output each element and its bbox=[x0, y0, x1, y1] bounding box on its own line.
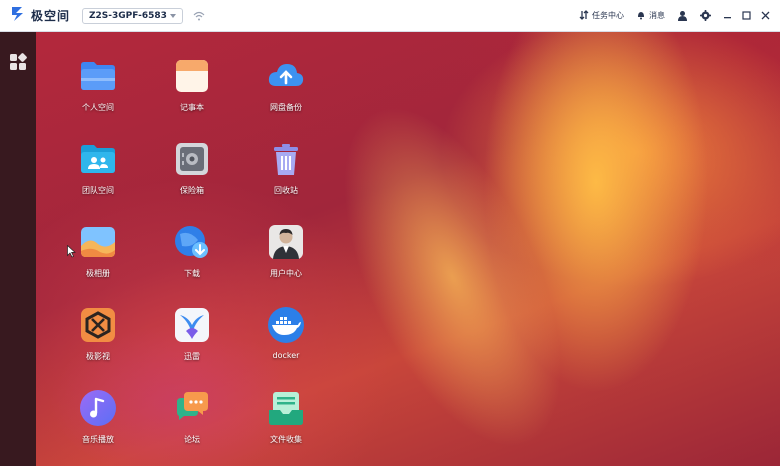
window-controls bbox=[723, 11, 770, 20]
photo-album-icon bbox=[78, 222, 118, 262]
app-forum[interactable]: 论坛 bbox=[152, 378, 232, 450]
folder-icon bbox=[78, 56, 118, 96]
title-bar: 极空间 Z2S-3GPF-6583 任务中心 消息 bbox=[0, 0, 780, 32]
app-download[interactable]: 下载 bbox=[152, 212, 232, 284]
messages-label: 消息 bbox=[649, 11, 665, 20]
app-label: 论坛 bbox=[184, 435, 200, 444]
app-label: 文件收集 bbox=[270, 435, 302, 444]
app-label: 迅雷 bbox=[184, 352, 200, 361]
app-recycle-bin[interactable]: 回收站 bbox=[246, 129, 326, 201]
device-selector[interactable]: Z2S-3GPF-6583 bbox=[82, 7, 183, 24]
team-folder-icon bbox=[78, 139, 118, 179]
app-label: 回收站 bbox=[274, 186, 298, 195]
app-cloud-backup[interactable]: 网盘备份 bbox=[246, 46, 326, 118]
sidebar bbox=[0, 32, 36, 466]
forum-icon bbox=[172, 388, 212, 428]
messages-button[interactable]: 消息 bbox=[636, 10, 665, 22]
user-center-icon bbox=[266, 222, 306, 262]
device-name: Z2S-3GPF-6583 bbox=[89, 10, 167, 21]
app-docker[interactable]: docker bbox=[246, 295, 326, 367]
mouse-cursor-icon bbox=[67, 243, 76, 262]
logo-icon bbox=[10, 5, 26, 27]
app-music-player[interactable]: 音乐播放 bbox=[58, 378, 138, 450]
maximize-icon[interactable] bbox=[742, 11, 751, 20]
app-thunder[interactable]: 迅雷 bbox=[152, 295, 232, 367]
thunder-icon bbox=[172, 305, 212, 345]
task-center-icon bbox=[579, 9, 589, 22]
safe-icon bbox=[172, 139, 212, 179]
task-center-button[interactable]: 任务中心 bbox=[579, 9, 624, 22]
chevron-down-icon bbox=[169, 11, 176, 21]
download-icon bbox=[172, 222, 212, 262]
brand-name: 极空间 bbox=[31, 9, 71, 23]
desktop: 个人空间 记事本 网盘备份 团队空间 保险箱 回收站 极相册 下载 用户中心 极… bbox=[36, 32, 780, 466]
app-video[interactable]: 极影视 bbox=[58, 295, 138, 367]
app-user-center[interactable]: 用户中心 bbox=[246, 212, 326, 284]
app-label: 记事本 bbox=[180, 103, 204, 112]
app-notepad[interactable]: 记事本 bbox=[152, 46, 232, 118]
wifi-icon[interactable] bbox=[193, 11, 205, 21]
gear-icon bbox=[700, 6, 711, 25]
app-grid-icon[interactable] bbox=[8, 52, 28, 72]
app-label: 个人空间 bbox=[82, 103, 114, 112]
app-label: 用户中心 bbox=[270, 269, 302, 278]
music-icon bbox=[78, 388, 118, 428]
settings-button[interactable] bbox=[700, 6, 711, 25]
bell-icon bbox=[636, 10, 646, 22]
notepad-icon bbox=[172, 56, 212, 96]
minimize-icon[interactable] bbox=[723, 11, 732, 20]
cloud-upload-icon bbox=[266, 56, 306, 96]
docker-icon bbox=[266, 305, 306, 345]
app-team-space[interactable]: 团队空间 bbox=[58, 129, 138, 201]
app-file-collect[interactable]: 文件收集 bbox=[246, 378, 326, 450]
user-button[interactable] bbox=[677, 6, 688, 25]
app-label: 保险箱 bbox=[180, 186, 204, 195]
video-icon bbox=[78, 305, 118, 345]
trash-icon bbox=[266, 139, 306, 179]
brand: 极空间 bbox=[10, 5, 70, 27]
user-icon bbox=[677, 6, 688, 25]
app-label: 音乐播放 bbox=[82, 435, 114, 444]
file-collect-icon bbox=[266, 388, 306, 428]
close-icon[interactable] bbox=[761, 11, 770, 20]
app-personal-space[interactable]: 个人空间 bbox=[58, 46, 138, 118]
app-label: docker bbox=[272, 351, 300, 360]
app-label: 极影视 bbox=[86, 352, 110, 361]
task-center-label: 任务中心 bbox=[592, 11, 624, 20]
app-safe[interactable]: 保险箱 bbox=[152, 129, 232, 201]
app-label: 网盘备份 bbox=[270, 103, 302, 112]
app-label: 极相册 bbox=[86, 269, 110, 278]
app-label: 下载 bbox=[184, 269, 200, 278]
app-label: 团队空间 bbox=[82, 186, 114, 195]
